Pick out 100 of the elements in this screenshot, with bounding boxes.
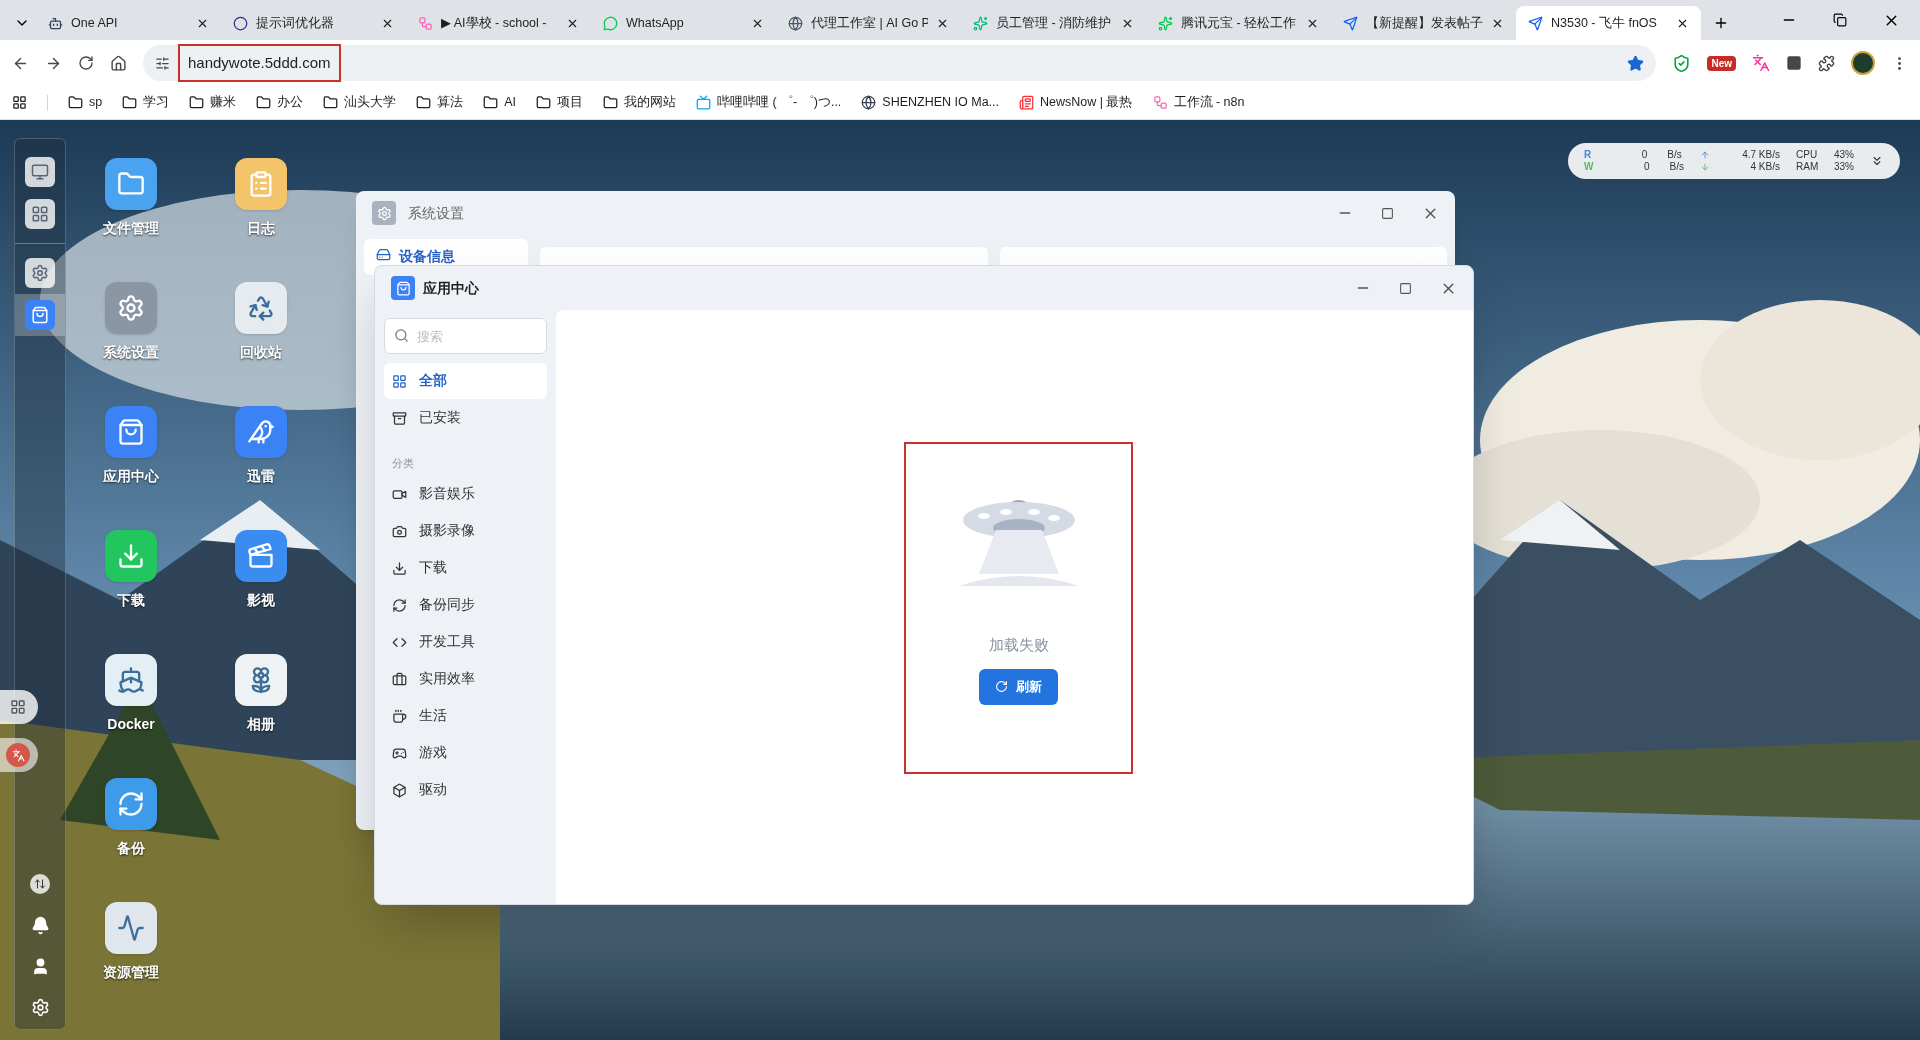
desktop-icon-label[interactable]: 下载	[117, 590, 145, 611]
browser-tab[interactable]: 腾讯元宝 - 轻松工作	[1146, 6, 1331, 40]
bookmark-star-icon[interactable]	[1627, 54, 1645, 72]
flower-icon[interactable]	[235, 654, 287, 706]
bookmark[interactable]: 哔哩哔哩 ( ゜- ゜)つ...	[717, 93, 842, 112]
chart-icon[interactable]	[105, 902, 157, 954]
search-icon	[394, 328, 409, 343]
desktop-icon-label[interactable]: 应用中心	[103, 466, 159, 487]
url-text: handywote.5ddd.com	[178, 43, 341, 83]
bookmark[interactable]: AI	[504, 93, 516, 112]
restore-icon[interactable]	[1833, 13, 1847, 27]
tab-title: One API	[71, 14, 119, 32]
address-bar[interactable]: handywote.5ddd.com	[143, 45, 1657, 81]
folder-icon	[603, 95, 618, 110]
bookmark[interactable]: 算法	[437, 93, 464, 112]
bookmark[interactable]: SHENZHEN IO Ma...	[882, 93, 1000, 112]
bird-icon[interactable]	[235, 406, 287, 458]
bookmark[interactable]: 工作流 - n8n	[1173, 93, 1245, 112]
tab-title: ▶ AI學校 - school -	[441, 14, 548, 32]
desktop-icon-label[interactable]: 资源管理	[103, 962, 159, 983]
download-icon	[392, 561, 407, 576]
folder-icon[interactable]	[105, 158, 157, 210]
avatar[interactable]	[1851, 51, 1875, 75]
shield-icon[interactable]	[1672, 53, 1692, 73]
sync-icon[interactable]	[105, 778, 157, 830]
desktop-icon-label[interactable]: 相册	[247, 714, 275, 735]
browser-tab[interactable]: 提示词优化器	[221, 6, 406, 40]
tab-title: N3530 - 飞牛 fnOS	[1551, 14, 1658, 32]
video-camera-icon	[392, 487, 407, 502]
extension-icon[interactable]	[1786, 55, 1802, 71]
clipboard-icon[interactable]	[235, 158, 287, 210]
maximize-icon[interactable]	[1399, 281, 1412, 295]
sidebar-item[interactable]: 已安装	[384, 400, 547, 436]
bookmark[interactable]: 我的网站	[624, 93, 676, 112]
bell-icon[interactable]	[30, 916, 50, 935]
sidebar-item[interactable]: 全部	[384, 363, 547, 399]
clapperboard-icon[interactable]	[235, 530, 287, 582]
error-message: 加载失败	[988, 635, 1049, 655]
sidebar-item[interactable]: 游戏	[384, 735, 547, 772]
new-tab-icon[interactable]	[1713, 15, 1729, 31]
apps-icon[interactable]	[12, 95, 27, 110]
download-icon[interactable]	[105, 530, 157, 582]
extensions-icon[interactable]	[1818, 54, 1835, 72]
bookmark[interactable]: sp	[89, 93, 103, 112]
browser-tab[interactable]: 员工管理 - 消防维护	[961, 6, 1146, 40]
window-title: 应用中心	[423, 278, 479, 298]
store-bag-icon[interactable]	[105, 406, 157, 458]
home-icon[interactable]	[110, 54, 127, 72]
browser-tab[interactable]: 【新提醒】发表帖子	[1331, 6, 1516, 40]
dock-item[interactable]	[15, 294, 65, 336]
code-icon	[392, 635, 407, 650]
browser-tab[interactable]: N3530 - 飞牛 fnOS	[1516, 6, 1701, 40]
desktop-icon-label[interactable]: 迅雷	[247, 466, 275, 487]
gear-icon	[25, 258, 55, 288]
folder-icon	[189, 95, 205, 110]
gear-icon[interactable]	[105, 282, 157, 334]
sidebar-item[interactable]: 摄影录像	[384, 513, 547, 550]
drive-icon	[376, 247, 391, 262]
folder-icon	[68, 95, 83, 110]
store-bag-icon	[391, 276, 415, 300]
desktop-icon-label[interactable]: 影视	[247, 590, 275, 611]
refresh-button[interactable]: 刷新	[979, 668, 1058, 705]
folder-icon	[536, 95, 551, 110]
extension-badge[interactable]: New	[1707, 55, 1736, 71]
translate-icon[interactable]	[1752, 54, 1770, 72]
sidebar-item[interactable]: 实用效率	[384, 661, 547, 698]
sidebar-item[interactable]: 影音娱乐	[384, 476, 547, 513]
network-rate: 4 KB/s	[1749, 161, 1780, 173]
usage-label: RAM	[1796, 161, 1820, 173]
folder-icon	[122, 95, 138, 110]
maximize-icon[interactable]	[1381, 206, 1394, 220]
toolbox-icon	[392, 672, 407, 687]
bookmark[interactable]: 赚米	[210, 93, 237, 112]
usage-value: 43%	[1834, 149, 1854, 161]
sidebar-item[interactable]: 备份同步	[384, 587, 547, 624]
tab-title: 【新提醒】发表帖子	[1366, 14, 1483, 32]
expand-icon[interactable]	[1870, 154, 1884, 168]
browser-tab[interactable]: One API	[36, 6, 221, 40]
sidebar-item[interactable]: 生活	[384, 698, 547, 735]
bookmark[interactable]: 汕头大学	[344, 93, 397, 112]
camera-icon	[392, 524, 407, 539]
search-field[interactable]: 搜索	[384, 318, 547, 354]
recycle-icon[interactable]	[235, 282, 287, 334]
reload-icon[interactable]	[78, 55, 94, 71]
browser-tab[interactable]: ▶ AI學校 - school -	[406, 6, 591, 40]
bookmark[interactable]: 办公	[277, 93, 304, 112]
sidebar-item[interactable]: 下载	[384, 550, 547, 587]
grid-icon	[392, 373, 407, 389]
desktop-icon-label[interactable]: Docker	[107, 714, 155, 735]
bookmark[interactable]: NewsNow | 最热	[1040, 93, 1133, 112]
desktop-icon-label[interactable]: 备份	[117, 838, 145, 859]
browser-tab[interactable]: WhatsApp	[591, 6, 776, 40]
sidebar-item[interactable]: 开发工具	[384, 624, 547, 661]
sidebar-item[interactable]: 驱动	[384, 772, 547, 809]
bookmark[interactable]: 学习	[143, 93, 170, 112]
settings-icon[interactable]	[30, 998, 50, 1017]
folder-icon	[256, 95, 272, 110]
bookmark[interactable]: 项目	[557, 93, 583, 112]
store-bag-icon	[25, 300, 55, 330]
site-settings-icon[interactable]	[155, 55, 170, 71]
